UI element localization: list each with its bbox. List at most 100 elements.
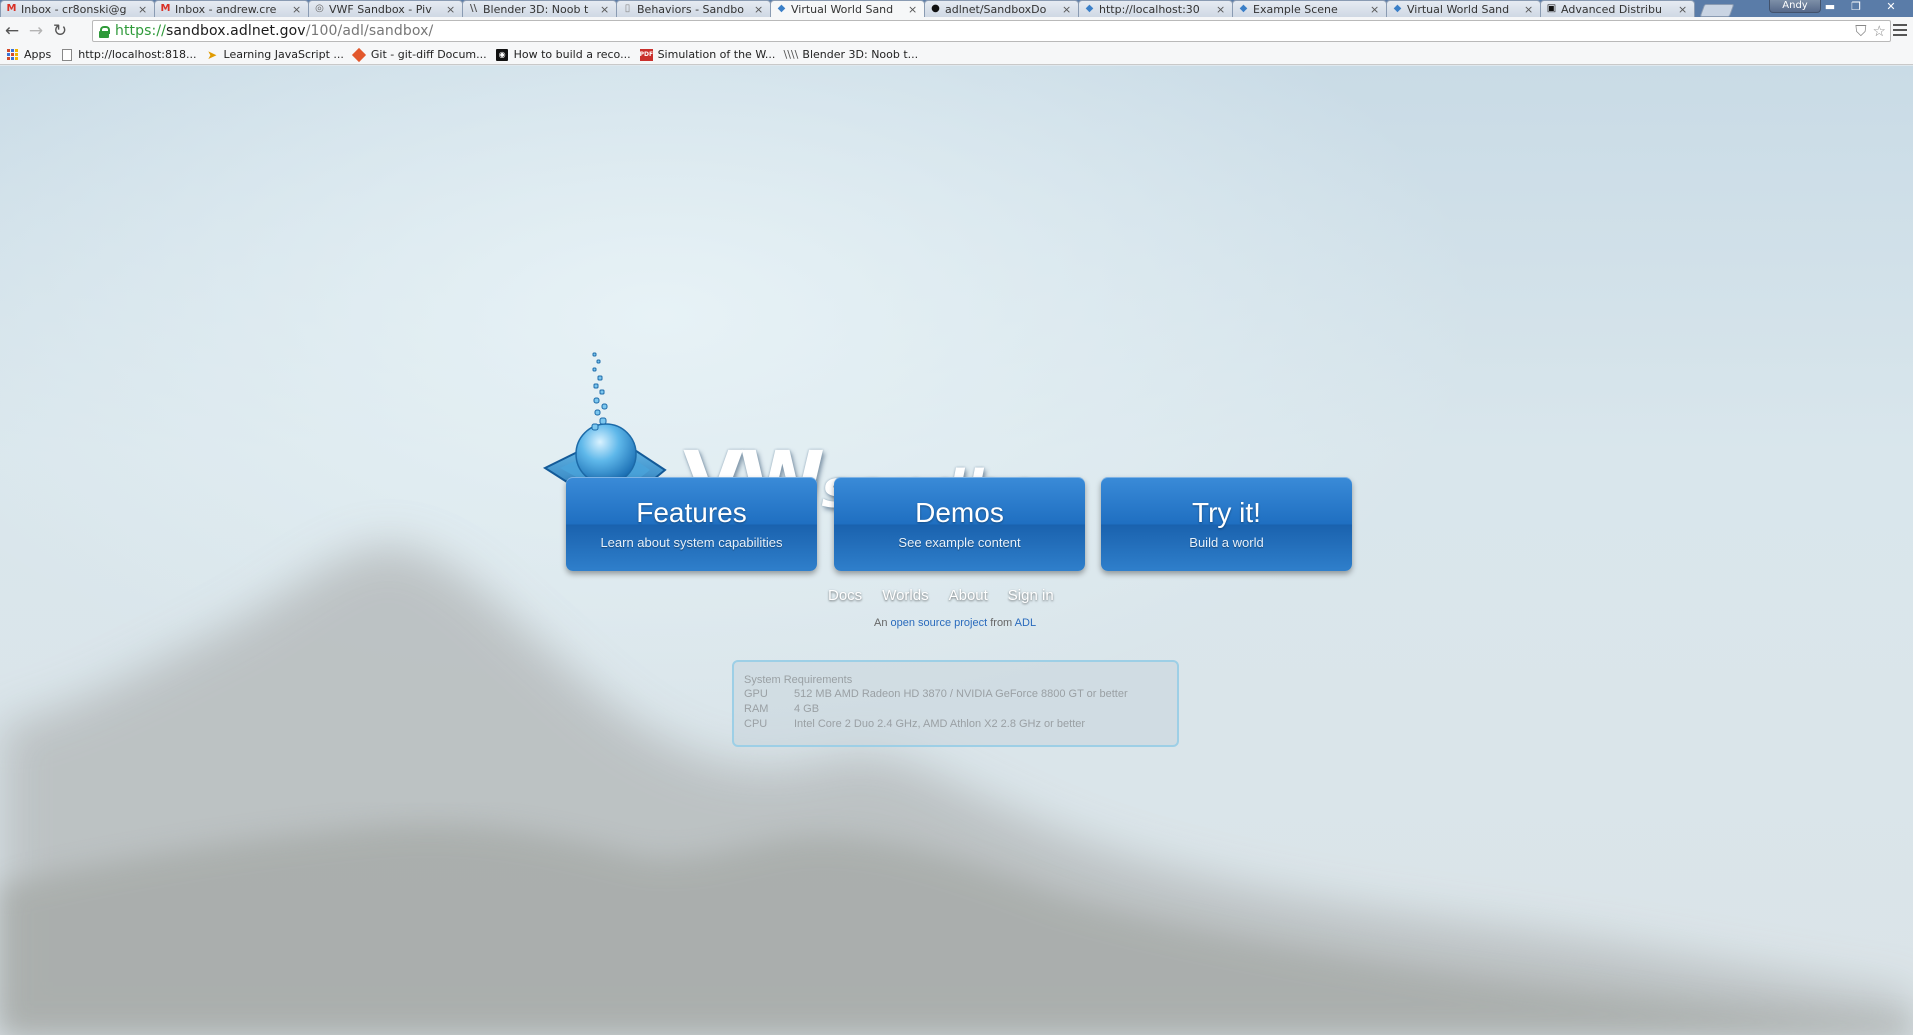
star-icon[interactable]: ☆	[1873, 22, 1886, 40]
minimize-icon[interactable]: ▬	[1817, 0, 1843, 16]
tab-close-icon[interactable]: ×	[1216, 3, 1226, 16]
tab-close-icon[interactable]: ×	[138, 3, 148, 16]
pdf-icon: PDF	[639, 48, 653, 61]
browser-tab[interactable]: ● adlnet/SandboxDo ×	[924, 0, 1079, 17]
tab-close-icon[interactable]: ×	[1678, 3, 1688, 16]
gmail-icon: M	[6, 3, 17, 14]
browser-tab[interactable]: \\ Blender 3D: Noob t ×	[462, 0, 617, 17]
reload-icon[interactable]: ↻	[48, 19, 72, 43]
tab-title: VWF Sandbox - Piv	[329, 2, 432, 16]
url-host: sandbox.adlnet.gov	[165, 23, 306, 39]
credit-middle: from	[990, 617, 1013, 629]
features-button[interactable]: Features Learn about system capabilities	[566, 477, 817, 571]
github-icon: ◎	[315, 3, 324, 14]
back-icon[interactable]: ←	[0, 19, 24, 43]
restore-icon[interactable]: ❐	[1843, 0, 1869, 16]
bookmark-item[interactable]: Git - git-diff Docum...	[351, 45, 494, 65]
browser-tab[interactable]: ▯ Behaviors - Sandbo ×	[616, 0, 771, 17]
tab-title: Inbox - cr8onski@g	[21, 2, 127, 16]
page-viewport: VWsandbox Features Learn about system ca…	[0, 66, 1913, 1035]
github-icon: ◉	[496, 48, 509, 61]
page-icon	[60, 48, 73, 61]
wikibooks-icon: \\	[469, 3, 478, 14]
sysreq-row: RAM 4 GB	[744, 702, 1167, 717]
bookmark-item[interactable]: http://localhost:818...	[58, 45, 203, 65]
tab-title: Example Scene	[1253, 2, 1338, 16]
bookmark-label: How to build a reco...	[513, 48, 631, 61]
tab-close-icon[interactable]: ×	[292, 3, 302, 16]
apps-icon	[6, 48, 19, 61]
sysreq-key: RAM	[744, 703, 769, 715]
sysreq-value: Intel Core 2 Duo 2.4 GHz, AMD Athlon X2 …	[794, 718, 1086, 730]
bookmark-item[interactable]: PDF Simulation of the W...	[638, 45, 783, 65]
bookmark-label: Learning JavaScript ...	[223, 48, 344, 61]
sandbox-icon: ◆	[1393, 3, 1402, 14]
tab-close-icon[interactable]: ×	[446, 3, 456, 16]
sysreq-value: 4 GB	[794, 703, 820, 715]
tab-close-icon[interactable]: ×	[908, 3, 918, 16]
browser-tab[interactable]: ◆ Example Scene ×	[1232, 0, 1387, 17]
bookmark-apps[interactable]: Apps	[4, 45, 58, 65]
tab-close-icon[interactable]: ×	[1524, 3, 1534, 16]
about-link[interactable]: About	[949, 587, 988, 604]
tab-title: Virtual World Sand	[791, 2, 894, 16]
tab-close-icon[interactable]: ×	[1062, 3, 1072, 16]
bookmark-item[interactable]: ◉ How to build a reco...	[494, 45, 638, 65]
browser-tab[interactable]: ◆ http://localhost:30 ×	[1078, 0, 1233, 17]
features-title: Features	[636, 497, 747, 528]
demos-button[interactable]: Demos See example content	[834, 477, 1085, 571]
new-tab-button[interactable]	[1699, 4, 1735, 17]
tab-title: Behaviors - Sandbo	[637, 2, 744, 16]
gmail-icon: M	[160, 3, 171, 14]
browser-tab[interactable]: ◆ Virtual World Sand ×	[1386, 0, 1541, 17]
bookmarks-bar: Apps http://localhost:818... ➤ Learning …	[0, 45, 1913, 65]
adl-link[interactable]: ADL	[1015, 617, 1036, 629]
close-window-icon[interactable]: ✕	[1869, 0, 1913, 16]
tab-title: http://localhost:30	[1099, 2, 1200, 16]
docs-link[interactable]: Docs	[828, 587, 862, 604]
browser-tab[interactable]: ▣ Advanced Distribu ×	[1540, 0, 1695, 17]
shield-icon[interactable]: ⛉	[1855, 22, 1866, 40]
omnibox-actions: ⛉ ☆	[1855, 22, 1886, 40]
worlds-link[interactable]: Worlds	[882, 587, 928, 604]
credit-prefix: An	[874, 617, 888, 629]
secondary-nav: Docs Worlds About Sign in	[828, 587, 1074, 604]
try-it-button[interactable]: Try it! Build a world	[1101, 477, 1352, 571]
page-icon: ▯	[624, 3, 631, 14]
sysreq-row: GPU 512 MB AMD Radeon HD 3870 / NVIDIA G…	[744, 687, 1167, 702]
browser-tab[interactable]: M Inbox - andrew.cre ×	[154, 0, 309, 17]
sandbox-icon: ◆	[1085, 3, 1094, 14]
tab-title: Advanced Distribu	[1561, 2, 1662, 16]
tab-close-icon[interactable]: ×	[600, 3, 610, 16]
url-text: https://sandbox.adlnet.gov/100/adl/sandb…	[115, 23, 433, 39]
sign-in-link[interactable]: Sign in	[1008, 587, 1054, 604]
tab-close-icon[interactable]: ×	[1370, 3, 1380, 16]
open-source-link[interactable]: open source project	[891, 617, 988, 629]
browser-tab-active[interactable]: ◆ Virtual World Sand ×	[770, 0, 925, 17]
system-requirements-panel: System Requirements GPU 512 MB AMD Radeo…	[732, 660, 1179, 747]
tab-strip: M Inbox - cr8onski@g × M Inbox - andrew.…	[0, 0, 1913, 17]
bookmark-label: http://localhost:818...	[78, 48, 197, 61]
browser-toolbar: ← → ↻ https://sandbox.adlnet.gov/100/adl…	[0, 17, 1913, 45]
bookmark-item[interactable]: ➤ Learning JavaScript ...	[204, 45, 351, 65]
bookmark-label: Apps	[24, 48, 52, 61]
address-bar[interactable]: https://sandbox.adlnet.gov/100/adl/sandb…	[92, 20, 1891, 42]
tab-title: adlnet/SandboxDo	[945, 2, 1047, 16]
github-icon: ●	[931, 3, 940, 14]
browser-tab[interactable]: M Inbox - cr8onski@g ×	[0, 0, 155, 17]
bookmark-label: Git - git-diff Docum...	[370, 48, 487, 61]
bookmark-label: Blender 3D: Noob t...	[802, 48, 919, 61]
adl-icon: ▣	[1546, 3, 1557, 14]
bookmark-item[interactable]: \\\\ Blender 3D: Noob t...	[782, 45, 925, 65]
browser-tab[interactable]: ◎ VWF Sandbox - Piv ×	[308, 0, 463, 17]
url-scheme: https://	[115, 23, 166, 39]
sysreq-row: CPU Intel Core 2 Duo 2.4 GHz, AMD Athlon…	[744, 717, 1167, 732]
tab-title: Blender 3D: Noob t	[483, 2, 589, 16]
tab-close-icon[interactable]: ×	[754, 3, 764, 16]
tab-title: Virtual World Sand	[1407, 2, 1510, 16]
forward-icon[interactable]: →	[24, 19, 48, 43]
window-controls: ▬ ❐ ✕	[1817, 0, 1913, 16]
profile-button[interactable]: Andy	[1769, 0, 1821, 13]
sysreq-key: CPU	[744, 718, 768, 730]
menu-icon[interactable]	[1891, 21, 1909, 39]
